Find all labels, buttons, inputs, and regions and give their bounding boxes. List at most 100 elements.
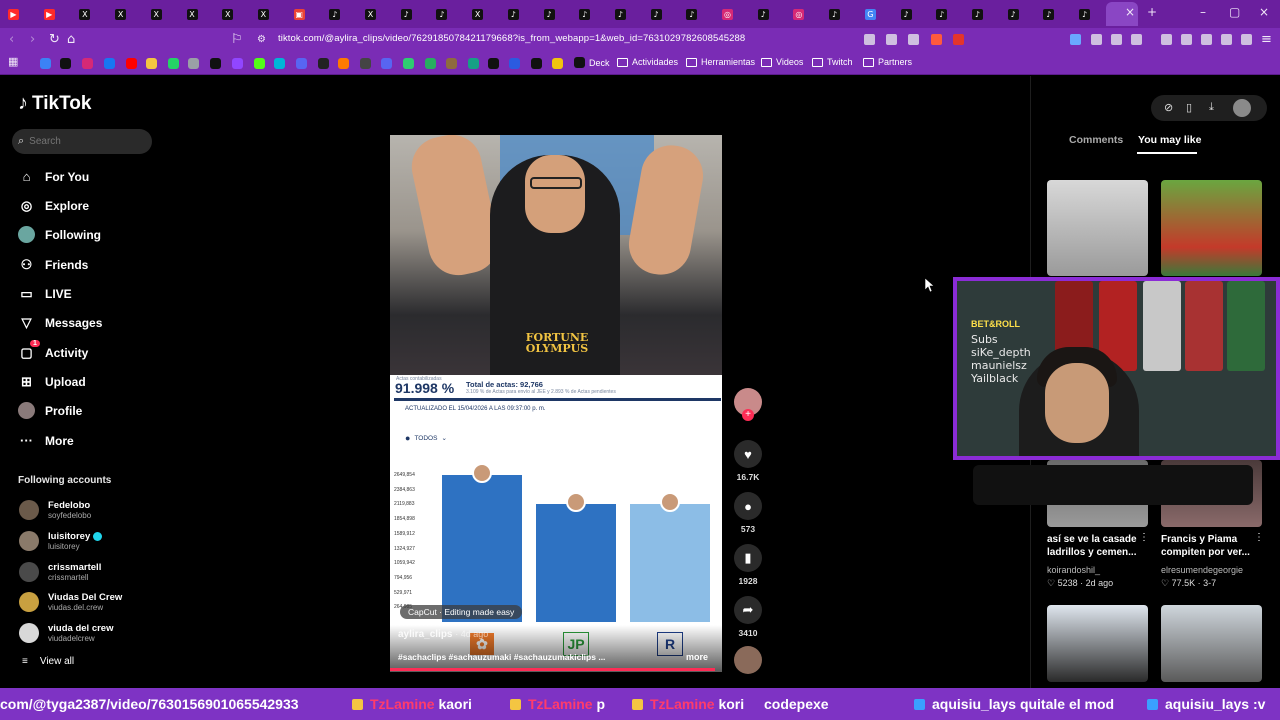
- sidebar-item-activity[interactable]: ▢ 1 Activity: [18, 340, 88, 361]
- compass-icon[interactable]: ⊘: [1164, 101, 1173, 114]
- vpn-icon[interactable]: [1221, 34, 1232, 45]
- minimize-icon[interactable]: –: [1200, 5, 1206, 19]
- browser-tab[interactable]: ◎: [718, 4, 748, 24]
- extension-icon[interactable]: [1241, 34, 1252, 45]
- tiktok-bookmark-icon[interactable]: [60, 58, 71, 69]
- video-uploader[interactable]: aylira_clips · 4d ago: [398, 629, 488, 640]
- home-icon[interactable]: ⌂: [67, 32, 75, 47]
- bookmark-videos[interactable]: Videos: [761, 57, 803, 67]
- following-account[interactable]: luisitorey luisitorey: [19, 530, 103, 551]
- follow-plus-icon[interactable]: +: [742, 409, 754, 421]
- share-page-icon[interactable]: [908, 34, 919, 45]
- sidebar-item-upload[interactable]: ⊞ Upload: [18, 373, 86, 390]
- browser-tab[interactable]: X: [218, 4, 248, 24]
- instagram-bookmark-icon[interactable]: [82, 58, 93, 69]
- sidebar-item-live[interactable]: ▭ LIVE: [18, 285, 71, 302]
- browser-tab[interactable]: ♪: [1039, 4, 1069, 24]
- maximize-icon[interactable]: ▢: [1229, 5, 1240, 19]
- browser-tab[interactable]: ♪: [325, 4, 355, 24]
- browser-tab[interactable]: X: [147, 4, 177, 24]
- apps-grid-icon[interactable]: ▦: [8, 55, 18, 68]
- browser-tab[interactable]: ♪: [1075, 4, 1105, 24]
- browser-tab[interactable]: X: [183, 4, 213, 24]
- video-caption[interactable]: Francis y Piama compiten por ver...: [1161, 533, 1262, 559]
- tab-you-may-like[interactable]: You may like: [1138, 134, 1201, 146]
- bookmark-icon[interactable]: [296, 58, 307, 69]
- video-author[interactable]: koirandoshil_: [1047, 565, 1100, 575]
- music-icon[interactable]: [1161, 34, 1172, 45]
- tab-comments[interactable]: Comments: [1069, 134, 1123, 146]
- browser-tab[interactable]: ♪: [682, 4, 712, 24]
- bookmark-partners[interactable]: Partners: [863, 57, 912, 67]
- bookmark-deck[interactable]: Deck: [574, 57, 610, 68]
- video-caption[interactable]: así se ve la casade ladrillos y cemen...: [1047, 533, 1148, 559]
- bookmark-icon[interactable]: [360, 58, 371, 69]
- view-all-link[interactable]: ≡ View all: [22, 656, 74, 667]
- x-bookmark-icon[interactable]: [210, 58, 221, 69]
- extension-icon[interactable]: [1070, 34, 1081, 45]
- facebook-bookmark-icon[interactable]: [104, 58, 115, 69]
- extension-icon[interactable]: [886, 34, 897, 45]
- bookmark-icon[interactable]: [338, 58, 349, 69]
- bookmark-button[interactable]: ▮ 1928: [734, 544, 762, 586]
- browser-tab[interactable]: ▶: [40, 4, 70, 24]
- twitch-bookmark-icon[interactable]: [232, 58, 243, 69]
- new-tab-button[interactable]: +: [1147, 5, 1157, 19]
- bookmark-icon[interactable]: [425, 58, 436, 69]
- browser-tab[interactable]: ♪: [647, 4, 677, 24]
- browser-tab[interactable]: ♪: [575, 4, 605, 24]
- browser-tab[interactable]: ♪: [1004, 4, 1034, 24]
- video-author[interactable]: elresumendegeorgie: [1161, 565, 1243, 575]
- browser-tab[interactable]: ♪: [432, 4, 462, 24]
- more-caption-link[interactable]: more: [686, 652, 708, 662]
- browser-tab[interactable]: ♪: [611, 4, 641, 24]
- bookmark-actividades[interactable]: Actividades: [617, 57, 678, 67]
- bookmark-twitch[interactable]: Twitch: [812, 57, 853, 67]
- following-account[interactable]: Viudas Del Crew viudas.del.crew: [19, 592, 122, 613]
- browser-tab[interactable]: ♪: [968, 4, 998, 24]
- recommended-thumbnail[interactable]: [1047, 180, 1148, 276]
- following-account[interactable]: crissmartell crissmartell: [19, 561, 101, 582]
- browser-tab[interactable]: X: [75, 4, 105, 24]
- sidebar-item-messages[interactable]: ▽ Messages: [18, 314, 103, 331]
- user-avatar[interactable]: [1233, 99, 1251, 117]
- browser-tab[interactable]: ◎: [789, 4, 819, 24]
- browser-tab[interactable]: X: [361, 4, 391, 24]
- music-disc[interactable]: [734, 646, 762, 674]
- heart-button[interactable]: ♥ 16.7K: [734, 440, 762, 482]
- search-bar[interactable]: ⌕: [12, 129, 152, 154]
- back-icon[interactable]: ‹: [9, 32, 14, 47]
- kick-bookmark-icon[interactable]: [254, 58, 265, 69]
- bookmark-icon[interactable]: [552, 58, 563, 69]
- wallet-icon[interactable]: [1181, 34, 1192, 45]
- browser-tab[interactable]: X: [468, 4, 498, 24]
- sidebar-item-friends[interactable]: ⚇ Friends: [18, 256, 89, 273]
- sidebar-item-explore[interactable]: ◎ Explore: [18, 197, 89, 214]
- bookmark-icon[interactable]: [531, 58, 542, 69]
- creator-avatar[interactable]: +: [734, 388, 762, 421]
- browser-tab[interactable]: X: [254, 4, 284, 24]
- bookmark-herramientas[interactable]: Herramientas: [686, 57, 755, 67]
- extension-icon[interactable]: [1111, 34, 1122, 45]
- video-progress-bar[interactable]: [390, 668, 716, 671]
- search-input[interactable]: [29, 136, 140, 147]
- more-options-icon[interactable]: ⋮: [1254, 532, 1264, 543]
- bookmark-icon[interactable]: [146, 58, 157, 69]
- browser-tab[interactable]: ▶: [4, 4, 34, 24]
- menu-icon[interactable]: ≡: [1261, 32, 1272, 47]
- forward-icon[interactable]: ›: [30, 32, 35, 47]
- tiktok-logo[interactable]: ♪ TikTok: [18, 92, 91, 115]
- browser-tab[interactable]: ♪: [897, 4, 927, 24]
- discord-bookmark-icon[interactable]: [381, 58, 392, 69]
- browser-tab[interactable]: ♪: [540, 4, 570, 24]
- extension-icon[interactable]: [1131, 34, 1142, 45]
- browser-tab[interactable]: G: [861, 4, 891, 24]
- bookmark-icon[interactable]: [446, 58, 457, 69]
- browser-tab[interactable]: ♪: [825, 4, 855, 24]
- site-info-icon[interactable]: ⚙: [257, 34, 266, 45]
- following-account[interactable]: Fedelobo soyfedelobo: [19, 500, 91, 520]
- video-player[interactable]: FORTUNE OLYMPUS Actas contabilizadas 91.…: [390, 135, 722, 672]
- comment-button[interactable]: ● 573: [734, 492, 762, 534]
- recommended-thumbnail[interactable]: [1161, 605, 1262, 682]
- bookmark-icon[interactable]: [318, 58, 329, 69]
